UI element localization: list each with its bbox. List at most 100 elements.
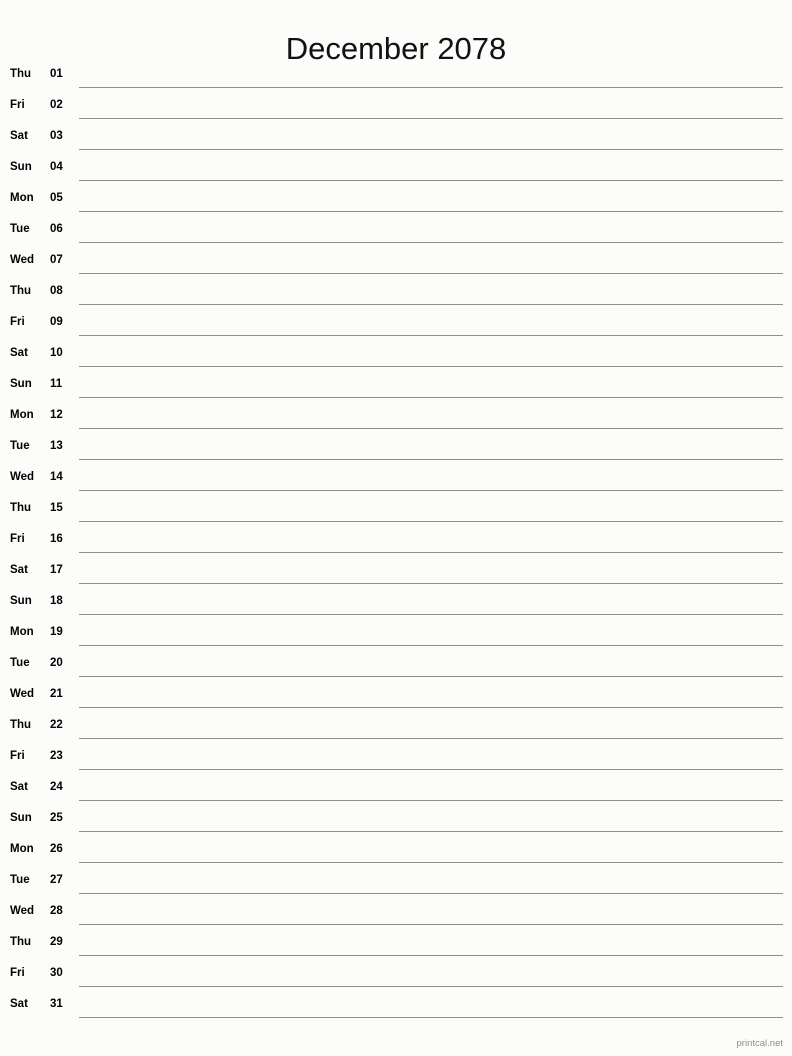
day-writing-line[interactable] [79,645,783,646]
day-number-label: 11 [50,378,63,390]
day-writing-line[interactable] [79,304,783,305]
day-number-label: 19 [50,626,63,638]
day-row: Sat 31 [0,992,792,1023]
day-writing-line[interactable] [79,769,783,770]
day-weekday-label: Sun [10,161,32,173]
day-writing-line[interactable] [79,459,783,460]
day-number-label: 10 [50,347,63,359]
day-number-label: 20 [50,657,63,669]
day-weekday-label: Thu [10,936,32,948]
day-number-label: 07 [50,254,63,266]
day-writing-line[interactable] [79,1017,783,1018]
day-weekday-label: Tue [10,874,30,886]
day-weekday-label: Fri [10,533,25,545]
day-writing-line[interactable] [79,366,783,367]
day-writing-line[interactable] [79,924,783,925]
day-weekday-label: Sun [10,378,32,390]
day-weekday-label: Thu [10,502,32,514]
day-writing-line[interactable] [79,242,783,243]
day-row: Tue 13 [0,434,792,465]
day-writing-line[interactable] [79,800,783,801]
day-row: Thu 15 [0,496,792,527]
day-writing-line[interactable] [79,955,783,956]
day-row: Sun 25 [0,806,792,837]
day-number-label: 12 [50,409,63,421]
day-row: Sat 24 [0,775,792,806]
day-row: Mon 12 [0,403,792,434]
day-weekday-label: Sat [10,564,28,576]
day-writing-line[interactable] [79,862,783,863]
day-writing-line[interactable] [79,738,783,739]
day-row: Mon 26 [0,837,792,868]
day-writing-line[interactable] [79,180,783,181]
footer-source-label: printcal.net [736,1038,783,1049]
day-row: Sun 04 [0,155,792,186]
day-row: Sat 10 [0,341,792,372]
day-number-label: 03 [50,130,63,142]
day-weekday-label: Tue [10,657,30,669]
day-writing-line[interactable] [79,397,783,398]
day-weekday-label: Thu [10,68,32,80]
day-number-label: 04 [50,161,63,173]
day-number-label: 23 [50,750,63,762]
day-weekday-label: Thu [10,719,32,731]
day-number-label: 13 [50,440,63,452]
day-number-label: 27 [50,874,63,886]
day-writing-line[interactable] [79,490,783,491]
day-writing-line[interactable] [79,149,783,150]
day-number-label: 22 [50,719,63,731]
day-row: Thu 29 [0,930,792,961]
day-weekday-label: Tue [10,223,30,235]
day-weekday-label: Fri [10,316,25,328]
day-writing-line[interactable] [79,552,783,553]
day-number-label: 09 [50,316,63,328]
day-row: Fri 23 [0,744,792,775]
day-row: Wed 14 [0,465,792,496]
day-writing-line[interactable] [79,986,783,987]
day-writing-line[interactable] [79,893,783,894]
day-row: Fri 30 [0,961,792,992]
day-writing-line[interactable] [79,676,783,677]
day-number-label: 18 [50,595,63,607]
day-weekday-label: Sat [10,130,28,142]
day-row: Sun 18 [0,589,792,620]
day-writing-line[interactable] [79,273,783,274]
day-row: Sat 03 [0,124,792,155]
day-row: Tue 20 [0,651,792,682]
day-row: Sat 17 [0,558,792,589]
day-number-label: 15 [50,502,63,514]
day-row-list: Thu 01 Fri 02 Sat 03 Sun 04 Mon 05 Tue 06 Wed 07 Thu 08… [0,62,792,1023]
day-writing-line[interactable] [79,211,783,212]
day-writing-line[interactable] [79,118,783,119]
day-weekday-label: Mon [10,843,34,855]
day-row: Wed 07 [0,248,792,279]
day-row: Wed 28 [0,899,792,930]
day-weekday-label: Sat [10,347,28,359]
day-row: Thu 22 [0,713,792,744]
day-weekday-label: Wed [10,905,35,917]
day-number-label: 28 [50,905,63,917]
day-row: Tue 06 [0,217,792,248]
day-writing-line[interactable] [79,831,783,832]
day-number-label: 08 [50,285,63,297]
day-weekday-label: Wed [10,688,35,700]
day-writing-line[interactable] [79,521,783,522]
day-writing-line[interactable] [79,87,783,88]
day-row: Thu 08 [0,279,792,310]
day-weekday-label: Fri [10,750,25,762]
day-weekday-label: Thu [10,285,32,297]
day-number-label: 30 [50,967,63,979]
day-writing-line[interactable] [79,428,783,429]
day-weekday-label: Sun [10,812,32,824]
day-writing-line[interactable] [79,335,783,336]
day-writing-line[interactable] [79,614,783,615]
day-number-label: 29 [50,936,63,948]
day-writing-line[interactable] [79,583,783,584]
day-number-label: 17 [50,564,63,576]
day-row: Wed 21 [0,682,792,713]
day-writing-line[interactable] [79,707,783,708]
day-number-label: 31 [50,998,63,1010]
day-weekday-label: Sat [10,781,28,793]
day-weekday-label: Mon [10,192,34,204]
day-number-label: 14 [50,471,63,483]
